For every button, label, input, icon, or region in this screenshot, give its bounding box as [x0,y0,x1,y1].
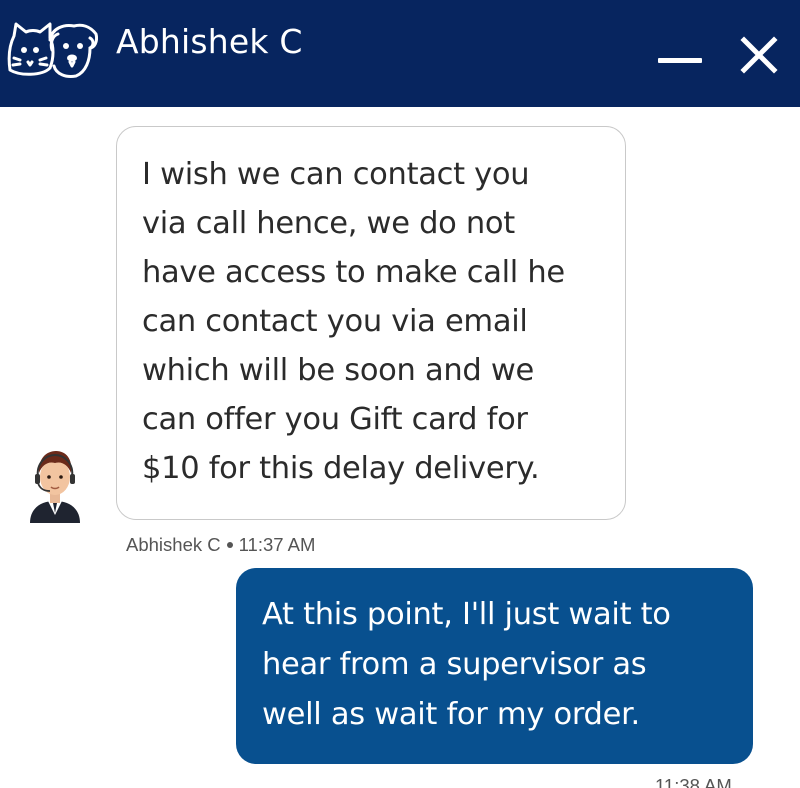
cat-and-dog-logo-icon [7,22,98,78]
minimize-icon [658,58,702,63]
message-line: can offer you Gift card for [142,402,528,437]
agent-message-meta: Abhishek C 11:37 AM [126,534,315,556]
separator-dot [226,541,233,548]
close-icon [740,36,778,74]
minimize-button[interactable] [650,28,710,78]
chat-window: Abhishek C I wish we can contact you via… [0,0,800,788]
message-line: which will be soon and we [142,353,534,388]
message-line: $10 for this delay delivery. [142,451,540,486]
message-line: I wish we can contact you [142,157,530,192]
message-line: have access to make call he [142,255,565,290]
message-timestamp: 11:37 AM [238,534,316,555]
message-line: well as wait for my order. [262,697,640,732]
sender-name: Abhishek C [126,534,221,555]
agent-name-title: Abhishek C [116,22,303,61]
user-message-text: At this point, I'll just wait to hear fr… [262,590,742,740]
user-message-timestamp: 11:38 AM [655,775,732,788]
chat-header: Abhishek C [0,0,800,107]
message-line: can contact you via email [142,304,528,339]
message-line: via call hence, we do not [142,206,515,241]
message-line: At this point, I'll just wait to [262,597,671,632]
message-list: I wish we can contact you via call hence… [0,107,800,788]
agent-message-text: I wish we can contact you via call hence… [142,150,612,493]
close-button[interactable] [730,28,790,78]
message-line: hear from a supervisor as [262,647,647,682]
agent-headset-avatar-icon [30,451,80,523]
